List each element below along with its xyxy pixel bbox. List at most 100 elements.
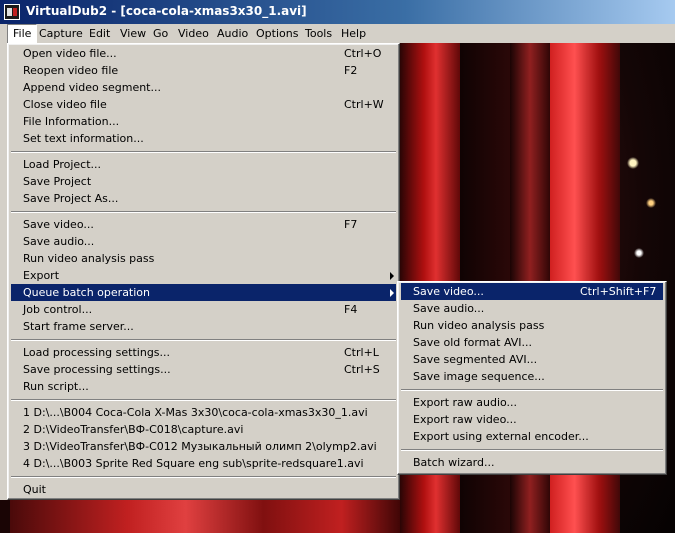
menu-item-label: 1 D:\...\B004 Coca-Cola X-Mas 3x30\coca-… (23, 406, 368, 419)
menu-item-shortcut: Ctrl+O (344, 47, 382, 60)
menu-separator (11, 211, 396, 213)
menu-item-label: Save segmented AVI... (413, 353, 538, 366)
submenu-item-save-video[interactable]: Save video... Ctrl+Shift+F7 (401, 283, 663, 300)
menu-item-run-video-analysis-pass[interactable]: Run video analysis pass (11, 250, 396, 267)
menu-separator (401, 449, 663, 451)
menu-item-label: Save processing settings... (23, 363, 171, 376)
submenu-item-batch-wizard[interactable]: Batch wizard... (401, 454, 663, 471)
menu-item-label: Save image sequence... (413, 370, 545, 383)
menu-capture[interactable]: Capture (34, 24, 88, 43)
window-title: VirtualDub2 - [coca-cola-xmas3x30_1.avi] (26, 4, 307, 18)
menu-item-file-information[interactable]: File Information... (11, 113, 396, 130)
menu-view[interactable]: View (115, 24, 151, 43)
menu-bar: File Capture Edit View Go Video Audio Op… (0, 24, 675, 43)
menu-item-label: Save Project As... (23, 192, 119, 205)
menu-item-save-project-as[interactable]: Save Project As... (11, 190, 396, 207)
menu-go[interactable]: Go (148, 24, 173, 43)
submenu-item-save-image-sequence[interactable]: Save image sequence... (401, 368, 663, 385)
menu-item-label: Run video analysis pass (413, 319, 545, 332)
menu-item-start-frame-server[interactable]: Start frame server... (11, 318, 396, 335)
menu-item-open-video-file[interactable]: Open video file... Ctrl+O (11, 45, 396, 62)
submenu-item-save-segmented-avi[interactable]: Save segmented AVI... (401, 351, 663, 368)
menu-item-run-script[interactable]: Run script... (11, 378, 396, 395)
menu-item-shortcut: Ctrl+Shift+F7 (580, 285, 657, 298)
menu-item-set-text-information[interactable]: Set text information... (11, 130, 396, 147)
menu-video[interactable]: Video (173, 24, 214, 43)
menu-item-label: Quit (23, 483, 46, 496)
menu-item-load-project[interactable]: Load Project... (11, 156, 396, 173)
submenu-arrow-icon (390, 272, 394, 280)
menu-separator (11, 476, 396, 478)
menu-item-save-audio[interactable]: Save audio... (11, 233, 396, 250)
menu-item-label: Load processing settings... (23, 346, 171, 359)
menu-separator (11, 339, 396, 341)
queue-batch-submenu: Save video... Ctrl+Shift+F7 Save audio..… (397, 281, 667, 475)
menu-tools[interactable]: Tools (300, 24, 337, 43)
menu-item-append-video-segment[interactable]: Append video segment... (11, 79, 396, 96)
submenu-item-save-audio[interactable]: Save audio... (401, 300, 663, 317)
menu-item-label: 4 D:\...\B003 Sprite Red Square eng sub\… (23, 457, 364, 470)
menu-item-label: Export using external encoder... (413, 430, 589, 443)
menu-separator (401, 389, 663, 391)
menu-item-save-processing-settings[interactable]: Save processing settings... Ctrl+S (11, 361, 396, 378)
menu-item-label: Export (23, 269, 60, 282)
menu-item-label: Save Project (23, 175, 92, 188)
menu-item-label: File Information... (23, 115, 120, 128)
submenu-arrow-icon (390, 289, 394, 297)
menu-audio[interactable]: Audio (212, 24, 253, 43)
menu-item-shortcut: Ctrl+L (344, 346, 379, 359)
submenu-item-run-video-analysis-pass[interactable]: Run video analysis pass (401, 317, 663, 334)
menu-item-label: Save audio... (23, 235, 95, 248)
menu-item-label: Batch wizard... (413, 456, 495, 469)
menu-item-label: Run script... (23, 380, 89, 393)
menu-separator (11, 399, 396, 401)
submenu-item-export-raw-audio[interactable]: Export raw audio... (401, 394, 663, 411)
menu-item-recent-file-1[interactable]: 1 D:\...\B004 Coca-Cola X-Mas 3x30\coca-… (11, 404, 396, 421)
menu-item-label: Save video... (23, 218, 94, 231)
menu-item-label: Save audio... (413, 302, 485, 315)
menu-item-label: Open video file... (23, 47, 117, 60)
menu-item-recent-file-2[interactable]: 2 D:\VideoTransfer\ВФ-C018\capture.avi (11, 421, 396, 438)
menu-item-load-processing-settings[interactable]: Load processing settings... Ctrl+L (11, 344, 396, 361)
menu-item-quit[interactable]: Quit (11, 481, 396, 498)
menu-file[interactable]: File (7, 24, 38, 43)
menu-item-label: Reopen video file (23, 64, 119, 77)
menu-item-queue-batch-operation[interactable]: Queue batch operation (11, 284, 396, 301)
menu-item-label: Export raw audio... (413, 396, 518, 409)
menu-item-label: Run video analysis pass (23, 252, 155, 265)
menu-item-export[interactable]: Export (11, 267, 396, 284)
menu-item-label: Set text information... (23, 132, 144, 145)
menu-item-close-video-file[interactable]: Close video file Ctrl+W (11, 96, 396, 113)
menu-item-shortcut: Ctrl+S (344, 363, 380, 376)
submenu-item-save-old-format-avi[interactable]: Save old format AVI... (401, 334, 663, 351)
menu-item-label: 2 D:\VideoTransfer\ВФ-C018\capture.avi (23, 423, 244, 436)
menu-edit[interactable]: Edit (84, 24, 115, 43)
menu-item-reopen-video-file[interactable]: Reopen video file F2 (11, 62, 396, 79)
menu-item-job-control[interactable]: Job control... F4 (11, 301, 396, 318)
menu-item-label: 3 D:\VideoTransfer\ВФ-C012 Музыкальный о… (23, 440, 377, 453)
menu-item-shortcut: Ctrl+W (344, 98, 384, 111)
title-bar: VirtualDub2 - [coca-cola-xmas3x30_1.avi] (0, 0, 675, 24)
menu-item-save-video[interactable]: Save video... F7 (11, 216, 396, 233)
menu-item-shortcut: F7 (344, 218, 358, 231)
menu-item-label: Export raw video... (413, 413, 517, 426)
menu-item-label: Close video file (23, 98, 107, 111)
menu-item-label: Start frame server... (23, 320, 134, 333)
virtualdub-app-icon[interactable] (4, 4, 20, 20)
menu-item-label: Job control... (23, 303, 93, 316)
menu-item-save-project[interactable]: Save Project (11, 173, 396, 190)
submenu-item-export-external-encoder[interactable]: Export using external encoder... (401, 428, 663, 445)
menu-item-label: Queue batch operation (23, 286, 150, 299)
menu-item-label: Load Project... (23, 158, 102, 171)
menu-item-recent-file-3[interactable]: 3 D:\VideoTransfer\ВФ-C012 Музыкальный о… (11, 438, 396, 455)
file-menu: Open video file... Ctrl+O Reopen video f… (7, 43, 400, 500)
menu-item-label: Save video... (413, 285, 484, 298)
menu-item-shortcut: F2 (344, 64, 358, 77)
menu-help[interactable]: Help (336, 24, 371, 43)
menu-item-recent-file-4[interactable]: 4 D:\...\B003 Sprite Red Square eng sub\… (11, 455, 396, 472)
submenu-item-export-raw-video[interactable]: Export raw video... (401, 411, 663, 428)
menu-item-label: Append video segment... (23, 81, 161, 94)
menu-options[interactable]: Options (251, 24, 303, 43)
menu-separator (11, 151, 396, 153)
menu-item-shortcut: F4 (344, 303, 358, 316)
